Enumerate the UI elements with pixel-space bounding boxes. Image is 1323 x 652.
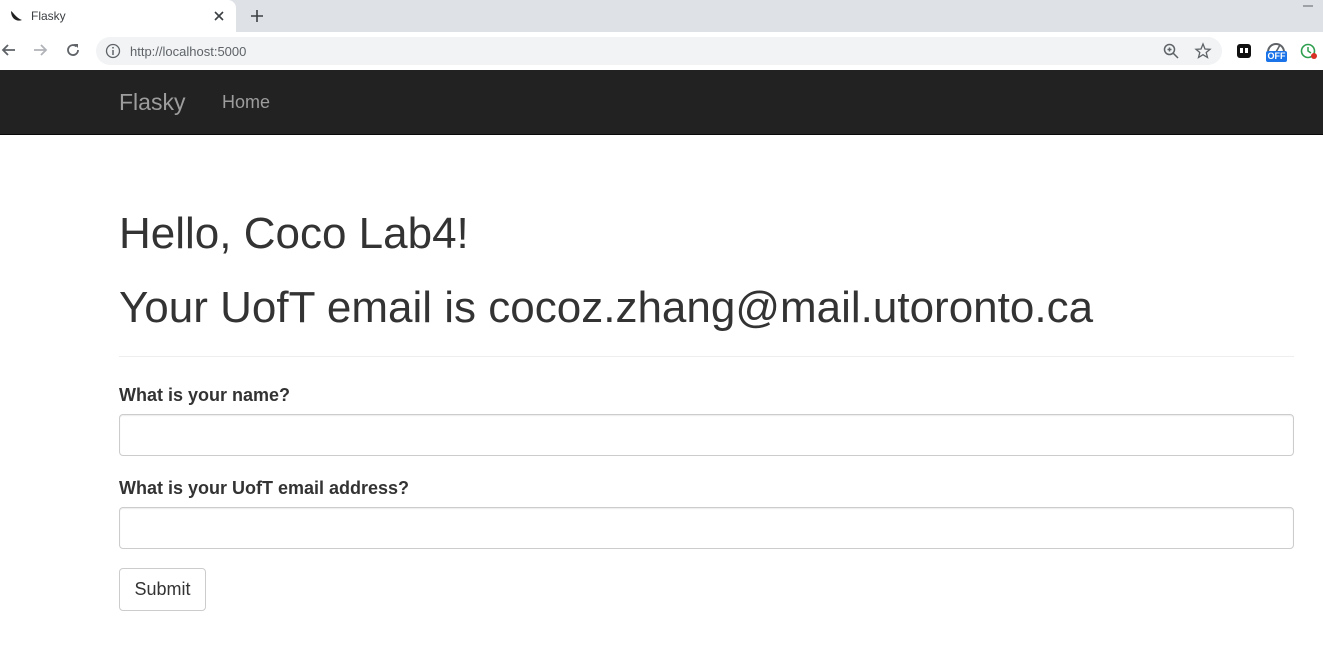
submit-button[interactable]: Submit [119, 568, 206, 611]
browser-toolbar: http://localhost:5000 OFF [0, 32, 1323, 70]
site-navbar: Flasky Home [0, 70, 1323, 135]
navbar-brand[interactable]: Flasky [119, 89, 185, 116]
clock-extension-icon[interactable] [1299, 41, 1319, 61]
info-icon[interactable] [105, 43, 121, 59]
reload-icon[interactable] [63, 40, 83, 60]
email-input[interactable] [119, 507, 1294, 549]
browser-tab-strip: Flasky [0, 0, 1323, 32]
name-input[interactable] [119, 414, 1294, 456]
tab-title: Flasky [31, 9, 66, 23]
address-bar[interactable]: http://localhost:5000 [96, 37, 1222, 65]
close-icon[interactable] [210, 7, 228, 25]
name-label: What is your name? [119, 385, 291, 405]
plus-icon[interactable] [247, 6, 267, 26]
zoom-icon[interactable] [1162, 42, 1180, 60]
extension-badge: OFF [1266, 51, 1287, 62]
email-label: What is your UofT email address? [119, 478, 410, 498]
email-heading: Your UofT email is cocoz.zhang@mail.utor… [119, 283, 1094, 332]
extension-icon[interactable] [1234, 41, 1254, 61]
greeting-heading: Hello, Coco Lab4! [119, 209, 469, 258]
browser-tab[interactable]: Flasky [0, 0, 236, 32]
minimize-icon[interactable] [1300, 2, 1316, 10]
extension-off-icon[interactable]: OFF [1265, 39, 1287, 63]
back-arrow-icon[interactable] [0, 40, 20, 60]
divider [119, 356, 1294, 357]
url-text[interactable]: http://localhost:5000 [130, 44, 246, 59]
nav-link-home[interactable]: Home [222, 92, 270, 113]
forward-arrow-icon[interactable] [31, 40, 51, 60]
star-icon[interactable] [1194, 42, 1212, 60]
moon-icon [11, 11, 22, 21]
